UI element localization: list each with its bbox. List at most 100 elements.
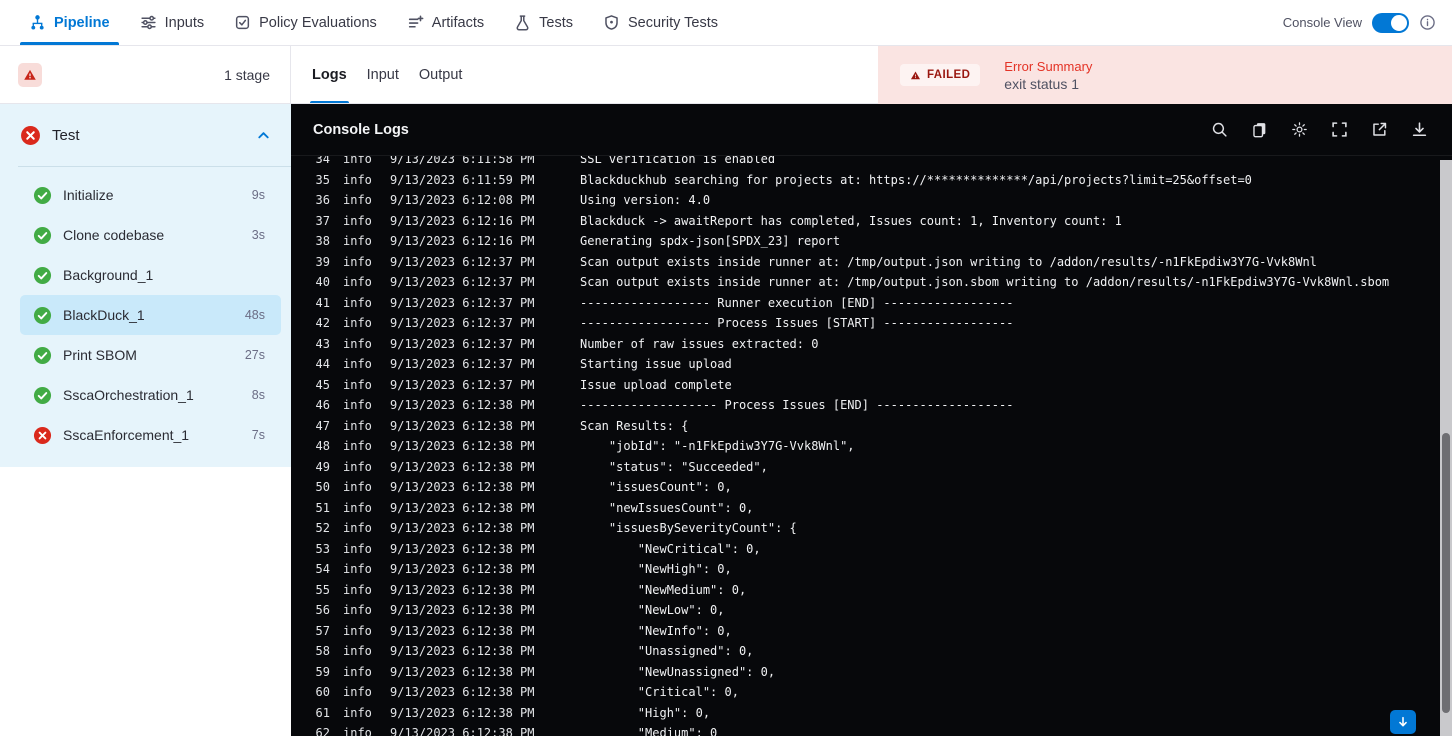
- tests-icon: [514, 14, 531, 31]
- step-row-sscaorchestration-1[interactable]: SscaOrchestration_1 8s: [20, 375, 281, 415]
- log-ts: 9/13/2023 6:11:58 PM: [390, 156, 535, 166]
- copy-icon[interactable]: [1251, 121, 1268, 138]
- tab-label: Policy Evaluations: [259, 14, 377, 31]
- console-log-body[interactable]: 34 info 9/13/2023 6:11:58 PM SSL verificati…: [291, 156, 1452, 736]
- stage-row-test[interactable]: Test: [0, 104, 291, 166]
- error-summary-message: exit status 1: [1004, 75, 1079, 92]
- log-ts: 9/13/2023 6:12:38 PM: [390, 398, 535, 412]
- log-ts: 9/13/2023 6:12:16 PM: [390, 234, 535, 248]
- log-ts: 9/13/2023 6:12:38 PM: [390, 541, 535, 556]
- log-msg: "NewMedium": 0,: [580, 582, 747, 597]
- log-lvl: info: [343, 705, 372, 720]
- log-ln: 43: [315, 336, 330, 351]
- log-lvl: info: [343, 254, 372, 269]
- log-line: 62 info 9/13/2023 6:12:38 PM "Medium": 0: [291, 723, 1452, 736]
- step-row-clone-codebase[interactable]: Clone codebase 3s: [20, 215, 281, 255]
- active-tab-underline: [20, 42, 119, 45]
- log-line: 41 info 9/13/2023 6:12:37 PM --------------…: [291, 293, 1452, 314]
- log-msg: Issue upload complete: [580, 377, 732, 392]
- tab-tests[interactable]: Tests: [499, 0, 588, 45]
- log-msg: ------------------- Process Issues [END]…: [580, 398, 1014, 412]
- tab-label: Logs: [312, 66, 347, 83]
- log-ts: 9/13/2023 6:12:38 PM: [390, 582, 535, 597]
- log-ln: 45: [315, 377, 330, 392]
- main-header: Logs Input Output FAILED Error Summary exi…: [291, 46, 1452, 104]
- log-lvl: info: [343, 582, 372, 597]
- console-view-toggle[interactable]: [1372, 12, 1409, 33]
- sidebar-header: 1 stage: [0, 46, 291, 104]
- log-ts: 9/13/2023 6:12:38 PM: [390, 685, 535, 699]
- log-msg: "Critical": 0,: [580, 685, 739, 699]
- tab-output[interactable]: Output: [419, 46, 463, 103]
- top-nav-tabs: Pipeline Inputs Policy Evaluations Artifact…: [14, 0, 733, 45]
- stage-count: 1 stage: [224, 66, 270, 83]
- log-lvl: info: [343, 726, 372, 736]
- log-lvl: info: [343, 644, 372, 658]
- console-toolbar: [1211, 121, 1428, 138]
- settings-icon[interactable]: [1291, 121, 1308, 138]
- fullscreen-icon[interactable]: [1331, 121, 1348, 138]
- download-icon[interactable]: [1411, 121, 1428, 138]
- log-line: 44 info 9/13/2023 6:12:37 PM Starting issue…: [291, 354, 1452, 375]
- log-ts: 9/13/2023 6:12:37 PM: [390, 254, 535, 269]
- log-ln: 49: [315, 459, 330, 474]
- tab-label: Artifacts: [431, 14, 485, 31]
- log-line: 52 info 9/13/2023 6:12:38 PM "issuesBySeve…: [291, 518, 1452, 539]
- log-lvl: info: [343, 603, 372, 617]
- log-msg: "Medium": 0: [580, 726, 718, 736]
- step-name: SscaOrchestration_1: [63, 387, 194, 403]
- log-ts: 9/13/2023 6:12:37 PM: [390, 295, 535, 310]
- chevron-up-icon[interactable]: [256, 128, 271, 143]
- tab-pipeline[interactable]: Pipeline: [14, 0, 125, 45]
- stage-error-badge: [18, 62, 42, 87]
- log-msg: Using version: 4.0: [580, 193, 711, 207]
- toggle-knob: [1391, 14, 1407, 31]
- tab-inputs[interactable]: Inputs: [125, 0, 220, 45]
- step-row-sscaenforcement-1[interactable]: SscaEnforcement_1 7s: [20, 415, 281, 455]
- tab-logs[interactable]: Logs: [310, 46, 349, 103]
- log-line: 37 info 9/13/2023 6:12:16 PM Blackduck -> a…: [291, 211, 1452, 232]
- step-row-print-sbom[interactable]: Print SBOM 27s: [20, 335, 281, 375]
- search-icon[interactable]: [1211, 121, 1228, 138]
- tab-label: Pipeline: [54, 14, 110, 31]
- artifacts-icon: [407, 14, 424, 31]
- step-duration: 9s: [251, 188, 265, 202]
- step-duration: 7s: [251, 428, 265, 442]
- step-row-initialize[interactable]: Initialize 9s: [20, 175, 281, 215]
- tab-input[interactable]: Input: [367, 46, 399, 103]
- console-scrollbar[interactable]: [1440, 160, 1452, 736]
- log-msg: "Unassigned": 0,: [580, 644, 754, 658]
- log-ts: 9/13/2023 6:12:38 PM: [390, 726, 535, 736]
- log-line: 59 info 9/13/2023 6:12:38 PM "NewUnassigne…: [291, 662, 1452, 683]
- top-nav: Pipeline Inputs Policy Evaluations Artifact…: [0, 0, 1452, 46]
- step-row-blackduck-1[interactable]: BlackDuck_1 48s: [20, 295, 281, 335]
- log-ln: 47: [315, 418, 330, 433]
- log-lvl: info: [343, 275, 372, 289]
- log-lvl: info: [343, 664, 372, 679]
- tab-artifacts[interactable]: Artifacts: [392, 0, 499, 45]
- log-lvl: info: [343, 234, 372, 248]
- log-ln: 53: [315, 541, 330, 556]
- scroll-to-bottom-button[interactable]: [1390, 710, 1416, 734]
- tab-security-tests[interactable]: Security Tests: [588, 0, 733, 45]
- log-line: 38 info 9/13/2023 6:12:16 PM Generating spd…: [291, 231, 1452, 252]
- log-ts: 9/13/2023 6:12:37 PM: [390, 377, 535, 392]
- status-failed-icon: [20, 125, 41, 146]
- info-icon[interactable]: [1419, 14, 1436, 31]
- log-line: 48 info 9/13/2023 6:12:38 PM "jobId": "-n1…: [291, 436, 1452, 457]
- log-msg: Scan output exists inside runner at: /tm…: [580, 254, 1317, 269]
- tab-label: Output: [418, 66, 463, 83]
- step-name: Clone codebase: [63, 227, 165, 243]
- external-link-icon[interactable]: [1371, 121, 1388, 138]
- policy-evaluations-icon: [234, 14, 251, 31]
- status-success-icon: [33, 186, 52, 205]
- tab-policy-evaluations[interactable]: Policy Evaluations: [219, 0, 392, 45]
- log-msg: "High": 0,: [580, 705, 711, 720]
- log-line: 45 info 9/13/2023 6:12:37 PM Issue upload c…: [291, 375, 1452, 396]
- step-row-background-1[interactable]: Background_1: [20, 255, 281, 295]
- log-line: 36 info 9/13/2023 6:12:08 PM Using version:…: [291, 190, 1452, 211]
- security-tests-icon: [603, 14, 620, 31]
- console-panel: Console Logs 34 info 9/13/2023 6:11:58 PM S…: [291, 104, 1452, 736]
- log-lvl: info: [343, 439, 372, 453]
- scrollbar-thumb[interactable]: [1442, 433, 1450, 713]
